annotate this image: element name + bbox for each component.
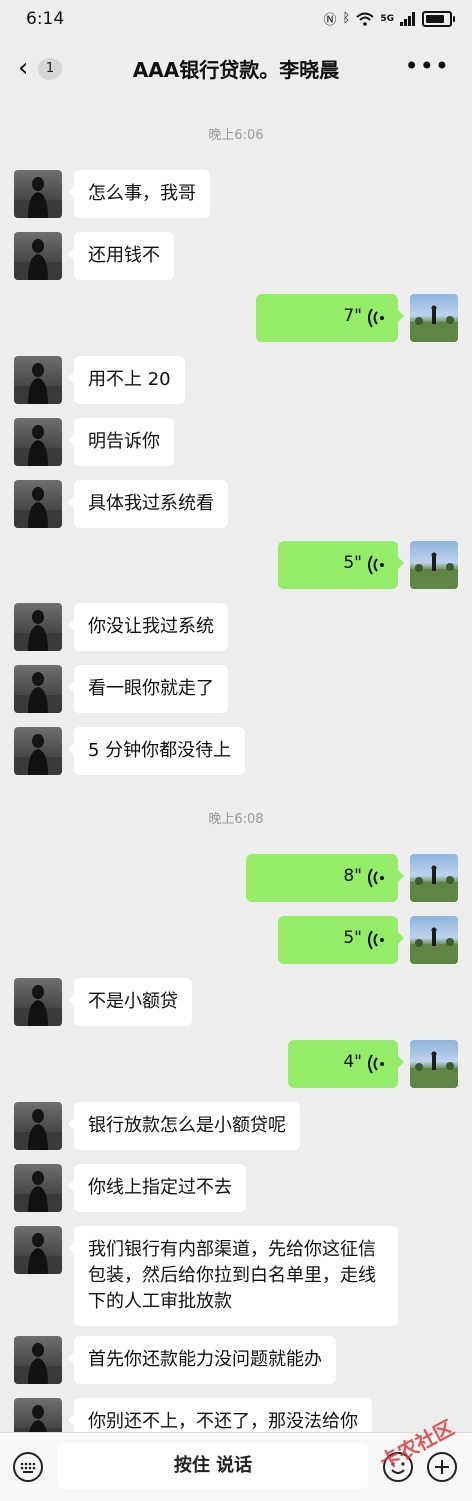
message-bubble[interactable]: 首先你还款能力没问题就能办 [68,1336,336,1384]
my-avatar[interactable] [410,541,458,589]
emoji-icon[interactable] [382,1451,414,1483]
voice-wave-icon [368,868,386,888]
status-bar: 6:14 Ⓝ ᛒ 5G [0,0,472,40]
contact-avatar[interactable] [14,1164,62,1212]
contact-avatar[interactable] [14,978,62,1026]
contact-avatar[interactable] [14,480,62,528]
contact-avatar[interactable] [14,356,62,404]
message-bubble[interactable]: 银行放款怎么是小额贷呢 [68,1102,300,1150]
my-avatar[interactable] [410,1040,458,1088]
message-bubble[interactable]: 我们银行有内部渠道，先给你这征信包装，然后给你拉到白名单里，走线下的人工审批放款 [68,1226,398,1326]
contact-avatar[interactable] [14,1102,62,1150]
wifi-icon [356,12,375,26]
voice-duration: 4" [343,1052,362,1072]
voice-message-bubble[interactable]: 8" [246,854,404,902]
my-avatar[interactable] [410,854,458,902]
voice-wave-icon [368,308,386,328]
contact-avatar[interactable] [14,1226,62,1274]
voice-duration: 5" [343,928,362,948]
message-bubble[interactable]: 不是小额贷 [68,978,192,1026]
my-avatar[interactable] [410,294,458,342]
voice-message-bubble[interactable]: 5" [278,541,404,589]
voice-wave-icon [368,1054,386,1074]
contact-avatar[interactable] [14,603,62,651]
chat-header: ‹ 1 AAA银行贷款。李晓晨 ••• [0,40,472,96]
my-avatar[interactable] [410,916,458,964]
more-icon[interactable]: ••• [405,52,450,80]
voice-duration: 5" [343,553,362,573]
message-bubble[interactable]: 5 分钟你都没待上 [67,727,246,775]
status-time: 6:14 [26,9,65,29]
status-icons: Ⓝ ᛒ 5G [323,9,455,28]
contact-avatar[interactable] [14,170,62,218]
message-bubble[interactable]: 你线上指定过不去 [68,1164,246,1212]
battery-icon [422,10,455,27]
bluetooth-icon: ᛒ [342,11,351,26]
voice-message-bubble[interactable]: 5" [278,916,404,964]
signal-icon [400,11,415,26]
network-label: 5G [380,13,394,24]
nfc-icon: Ⓝ [323,13,337,28]
time-separator: 晚上6:06 [208,128,264,143]
voice-wave-icon [368,930,386,950]
hold-to-talk-button[interactable]: 按住 说话 [58,1443,368,1489]
voice-duration: 7" [343,306,362,326]
voice-mode-icon[interactable] [12,1451,44,1483]
message-bubble[interactable]: 还用钱不 [68,232,174,280]
contact-avatar[interactable] [14,418,62,466]
message-bubble[interactable]: 明告诉你 [68,418,174,466]
voice-duration: 8" [343,866,362,886]
message-bubble[interactable]: 你没让我过系统 [68,603,228,651]
chat-title: AAA银行贷款。李晓晨 [132,58,340,82]
message-bubble[interactable]: 怎么事，我哥 [68,170,210,218]
message-bubble[interactable]: 具体我过系统看 [68,480,228,528]
voice-message-bubble[interactable]: 7" [256,294,404,342]
voice-message-bubble[interactable]: 4" [288,1040,404,1088]
voice-wave-icon [368,555,386,575]
message-bubble[interactable]: 看一眼你就走了 [68,665,228,713]
contact-avatar[interactable] [14,1336,62,1384]
time-separator: 晚上6:08 [208,812,264,827]
contact-avatar[interactable] [14,232,62,280]
contact-avatar[interactable] [14,727,62,775]
contact-avatar[interactable] [14,665,62,713]
message-bubble[interactable]: 用不上 20 [68,356,185,404]
plus-icon[interactable] [426,1451,458,1483]
input-bar: 按住 说话 [0,1432,472,1501]
